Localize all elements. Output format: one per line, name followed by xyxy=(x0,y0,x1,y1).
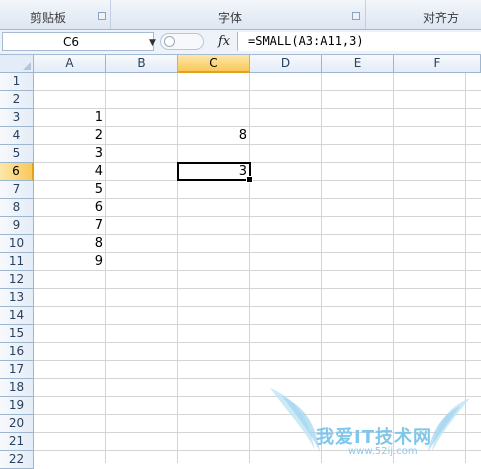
row-header-14[interactable]: 14 xyxy=(0,307,34,325)
formula-text: =SMALL(A3:A11,3) xyxy=(248,34,364,48)
column-header-c[interactable]: C xyxy=(178,55,250,73)
column-header-e[interactable]: E xyxy=(322,55,394,73)
column-header-f[interactable]: F xyxy=(394,55,481,73)
ribbon-group-clipboard: 剪贴板 xyxy=(0,0,111,29)
circle-icon xyxy=(164,36,175,47)
row-header-10[interactable]: 10 xyxy=(0,235,34,253)
watermark-url: www.52ij.com xyxy=(348,446,418,457)
active-cell-selection[interactable] xyxy=(177,162,251,181)
column-header-a[interactable]: A xyxy=(34,55,106,73)
row-header-17[interactable]: 17 xyxy=(0,361,34,379)
chevron-down-icon[interactable]: ▼ xyxy=(149,38,156,48)
column-header-d[interactable]: D xyxy=(250,55,322,73)
cell-a5[interactable]: 3 xyxy=(34,145,106,163)
row-header-19[interactable]: 19 xyxy=(0,397,34,415)
row-header-3[interactable]: 3 xyxy=(0,109,34,127)
row-header-9[interactable]: 9 xyxy=(0,217,34,235)
row-header-7[interactable]: 7 xyxy=(0,181,34,199)
row-header-13[interactable]: 13 xyxy=(0,289,34,307)
cell-a7[interactable]: 5 xyxy=(34,181,106,199)
formula-bar-expand-control[interactable] xyxy=(160,33,204,50)
font-group-label: 字体 xyxy=(218,11,243,25)
cell-c4[interactable]: 8 xyxy=(178,127,250,145)
clipboard-group-label: 剪贴板 xyxy=(30,11,67,25)
row-header-22[interactable]: 22 xyxy=(0,451,34,469)
row-header-1[interactable]: 1 xyxy=(0,73,34,91)
select-all-triangle-icon xyxy=(23,62,31,70)
cell-a10[interactable]: 8 xyxy=(34,235,106,253)
column-header-b[interactable]: B xyxy=(106,55,178,73)
select-all-button[interactable] xyxy=(0,55,34,73)
row-header-6[interactable]: 6 xyxy=(0,163,34,181)
cell-area[interactable]: 1 2 3 4 5 6 7 8 9 8 3 xyxy=(34,73,481,463)
name-box[interactable]: C6 ▼ xyxy=(2,32,156,51)
alignment-group-label: 对齐方 xyxy=(423,11,460,25)
name-box-value: C6 xyxy=(63,35,80,49)
cell-a4[interactable]: 2 xyxy=(34,127,106,145)
font-dialog-launcher-icon[interactable] xyxy=(352,12,360,20)
row-header-11[interactable]: 11 xyxy=(0,253,34,271)
row-header-4[interactable]: 4 xyxy=(0,127,34,145)
insert-function-button[interactable]: fx xyxy=(218,34,230,49)
row-header-12[interactable]: 12 xyxy=(0,271,34,289)
row-header-8[interactable]: 8 xyxy=(0,199,34,217)
row-header-2[interactable]: 2 xyxy=(0,91,34,109)
row-header-20[interactable]: 20 xyxy=(0,415,34,433)
fill-handle[interactable] xyxy=(246,176,253,183)
row-header-18[interactable]: 18 xyxy=(0,379,34,397)
clipboard-dialog-launcher-icon[interactable] xyxy=(98,12,106,20)
ribbon-group-labels: 剪贴板 字体 对齐方 xyxy=(0,0,481,30)
formula-bar: C6 ▼ fx =SMALL(A3:A11,3) xyxy=(0,30,481,55)
row-header-15[interactable]: 15 xyxy=(0,325,34,343)
cell-a11[interactable]: 9 xyxy=(34,253,106,271)
formula-input[interactable]: =SMALL(A3:A11,3) xyxy=(237,32,481,51)
row-header-16[interactable]: 16 xyxy=(0,343,34,361)
ribbon-group-alignment: 对齐方 xyxy=(365,0,481,29)
ribbon-group-font: 字体 xyxy=(110,0,366,29)
row-header-21[interactable]: 21 xyxy=(0,433,34,451)
cell-a3[interactable]: 1 xyxy=(34,109,106,127)
cell-a6[interactable]: 4 xyxy=(34,163,106,181)
cell-a9[interactable]: 7 xyxy=(34,217,106,235)
row-header-5[interactable]: 5 xyxy=(0,145,34,163)
cell-a8[interactable]: 6 xyxy=(34,199,106,217)
